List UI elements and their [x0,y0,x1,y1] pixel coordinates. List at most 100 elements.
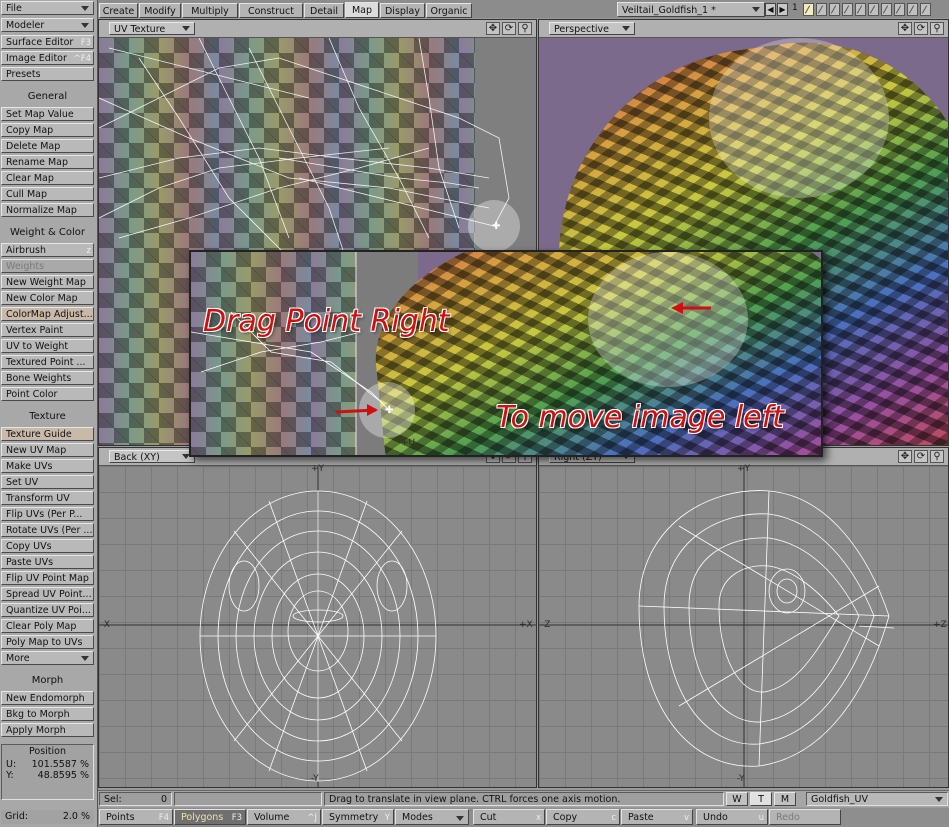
tab-detail[interactable]: Detail [304,3,344,18]
surface-editor-button[interactable]: Surface Editor F3 [1,35,94,49]
points-label: Points [106,812,135,823]
tab-construct[interactable]: Construct [239,3,303,18]
position-u-label: U: [6,759,17,770]
weights-button[interactable]: Weights [1,259,94,273]
bkg-to-morph-button[interactable]: Bkg to Morph [1,707,94,721]
copy-uvs-button[interactable]: Copy UVs [1,539,94,553]
uv-to-weight-button[interactable]: UV to Weight [1,339,94,353]
colormap-adjust-button[interactable]: ColorMap Adjust... [1,307,94,321]
flip-uv-point-map-button[interactable]: Flip UV Point Map [1,571,94,585]
rename-map-button[interactable]: Rename Map [1,155,94,169]
spread-uv-point-button[interactable]: Spread UV Point... [1,587,94,601]
layer-cell[interactable] [842,3,853,16]
object-select[interactable]: Veiltail_Goldfish_1 * [617,2,765,17]
rotate-uvs-per-button[interactable]: Rotate UVs (Per ... [1,523,94,537]
tab-modify[interactable]: Modify [139,3,181,18]
right-viewport[interactable]: Right (ZY) ✥ ⟳ ⚲ +Y -Y -Z +Z [538,447,949,788]
image-editor-button[interactable]: Image Editor ^F4 [1,51,94,65]
move-view-icon[interactable]: ✥ [486,22,500,35]
volume-mode-button[interactable]: Volume ^J [247,809,321,825]
tab-multiply[interactable]: Multiply [182,3,238,18]
new-color-map-button[interactable]: New Color Map [1,291,94,305]
set-uv-button[interactable]: Set UV [1,475,94,489]
cut-label: Cut [480,812,497,823]
sel-value: 0 [160,794,167,805]
uv-view-select[interactable]: UV Texture [109,22,195,35]
layer-cell[interactable] [907,3,918,16]
set-map-value-button[interactable]: Set Map Value [1,107,94,121]
back-canvas[interactable]: +Y -Y -X +X [99,464,536,787]
layer-cell[interactable] [803,3,814,16]
layer-cell[interactable] [816,3,827,16]
file-menu-label: File [6,3,22,14]
delete-map-button[interactable]: Delete Map [1,139,94,153]
layer-cell[interactable] [829,3,840,16]
move-view-icon[interactable]: ✥ [898,22,912,35]
vertex-paint-button[interactable]: Vertex Paint [1,323,94,337]
copy-button[interactable]: Copy c [546,809,620,825]
rotate-view-icon[interactable]: ⟳ [914,450,928,463]
modeler-menu[interactable]: Modeler [1,18,94,32]
texture-map-toggle[interactable]: T [750,792,772,806]
flip-uvs-per-p-button[interactable]: Flip UVs (Per P... [1,507,94,521]
move-view-icon[interactable]: ✥ [898,450,912,463]
back-viewport[interactable]: Back (XY) ✥ ⟳ ⚲ [98,447,537,788]
normalize-map-button[interactable]: Normalize Map [1,203,94,217]
symmetry-toggle[interactable]: Symmetry Y [322,809,394,825]
paste-uvs-button[interactable]: Paste UVs [1,555,94,569]
zoom-view-icon[interactable]: ⚲ [930,22,944,35]
zoom-view-icon[interactable]: ⚲ [518,22,532,35]
layer-cell[interactable] [881,3,892,16]
tab-create[interactable]: Create [99,3,138,18]
morph-map-toggle[interactable]: M [774,792,796,806]
redo-button[interactable]: Redo [769,809,841,825]
bone-weights-button[interactable]: Bone Weights [1,371,94,385]
clear-poly-map-button[interactable]: Clear Poly Map [1,619,94,633]
new-endomorph-label: New Endomorph [6,693,85,704]
layer-prev-button[interactable]: ◀ [765,3,776,16]
transform-uv-button[interactable]: Transform UV [1,491,94,505]
points-mode-button[interactable]: Points F4 [99,809,173,825]
right-canvas[interactable]: +Y -Y -Z +Z [539,464,948,787]
rotate-view-icon[interactable]: ⟳ [502,22,516,35]
layer-cell[interactable] [855,3,866,16]
textured-point-button[interactable]: Textured Point ... [1,355,94,369]
vertex-map-select[interactable]: Goldfish_UV [806,792,948,806]
layer-cell[interactable] [868,3,879,16]
poly-map-to-uvs-button[interactable]: Poly Map to UVs [1,635,94,649]
back-axis-left: -X [101,620,110,630]
new-endomorph-button[interactable]: New Endomorph [1,691,94,705]
modes-menu[interactable]: Modes [395,809,469,825]
polygons-mode-button[interactable]: Polygons F3 [174,809,246,825]
apply-morph-button[interactable]: Apply Morph [1,723,94,737]
quantize-uv-poi-button[interactable]: Quantize UV Poi... [1,603,94,617]
back-view-select[interactable]: Back (XY) [109,450,195,463]
perspective-view-select[interactable]: Perspective [549,22,635,35]
presets-button[interactable]: Presets [1,67,94,81]
clear-map-label: Clear Map [6,173,54,184]
airbrush-button[interactable]: Airbrush z [1,243,94,257]
make-uvs-button[interactable]: Make UVs [1,459,94,473]
tab-display[interactable]: Display [380,3,425,18]
new-weight-map-button[interactable]: New Weight Map [1,275,94,289]
copy-map-button[interactable]: Copy Map [1,123,94,137]
rotate-view-icon[interactable]: ⟳ [914,22,928,35]
new-uv-map-button[interactable]: New UV Map [1,443,94,457]
paste-button[interactable]: Paste v [621,809,693,825]
undo-button[interactable]: Undo u [696,809,768,825]
apply-morph-label: Apply Morph [6,725,66,736]
tab-map[interactable]: Map [345,2,379,18]
layer-cell[interactable] [920,3,931,16]
texture-guide-button[interactable]: Texture Guide [1,427,94,441]
cull-map-button[interactable]: Cull Map [1,187,94,201]
layer-next-button[interactable]: ▶ [777,3,788,16]
clear-map-button[interactable]: Clear Map [1,171,94,185]
file-menu[interactable]: File [1,1,94,15]
weight-map-toggle[interactable]: W [726,792,748,806]
zoom-view-icon[interactable]: ⚲ [930,450,944,463]
more-menu[interactable]: More [1,651,94,665]
point-color-button[interactable]: Point Color [1,387,94,401]
tab-organic[interactable]: Organic [426,3,472,18]
layer-cell[interactable] [894,3,905,16]
cut-button[interactable]: Cut x [473,809,545,825]
